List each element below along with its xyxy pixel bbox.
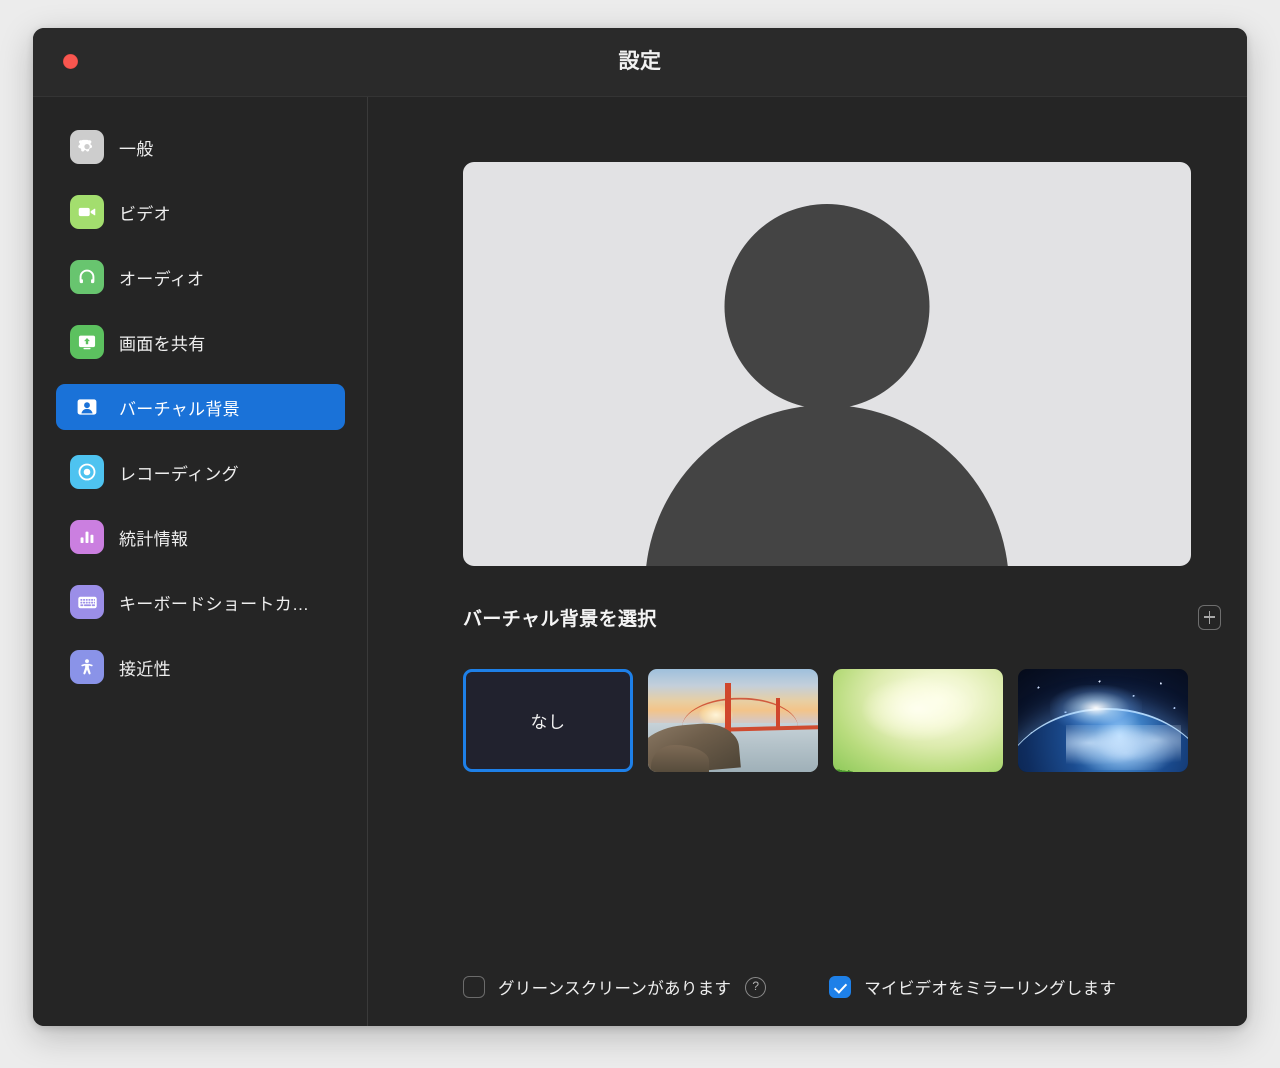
sidebar-item-virtual-background[interactable]: バーチャル背景 bbox=[56, 384, 345, 430]
sidebar-item-label: オーディオ bbox=[119, 269, 205, 289]
background-thumbnail-list: なし bbox=[463, 669, 1188, 772]
sidebar-item-video[interactable]: ビデオ bbox=[56, 189, 345, 235]
sidebar-item-general[interactable]: 一般 bbox=[56, 124, 345, 170]
golden-gate-bridge-image bbox=[648, 669, 818, 772]
sidebar: 一般 ビデオ オーディオ 画面を共有 バーチャル背景 レコーディング 統計情報 … bbox=[33, 97, 368, 1026]
background-thumbnail-grass[interactable] bbox=[833, 669, 1003, 772]
screen-share-icon bbox=[70, 325, 104, 359]
sidebar-item-label: レコーディング bbox=[119, 464, 239, 484]
settings-window: 設定 一般 ビデオ オーディオ 画面を共有 バーチャル背景 レコーディング 統計… bbox=[33, 28, 1247, 1026]
sidebar-item-keyboard-shortcuts[interactable]: キーボードショートカ… bbox=[56, 579, 345, 625]
gear-icon bbox=[70, 130, 104, 164]
headphones-icon bbox=[70, 260, 104, 294]
section-header: バーチャル背景を選択 bbox=[463, 602, 1221, 632]
record-icon bbox=[70, 455, 104, 489]
green-screen-checkbox[interactable] bbox=[463, 976, 485, 998]
person-badge-icon bbox=[70, 390, 104, 424]
add-background-button[interactable] bbox=[1198, 604, 1221, 630]
mirror-video-checkbox[interactable] bbox=[829, 976, 852, 998]
section-title: バーチャル背景を選択 bbox=[463, 608, 657, 630]
sidebar-item-label: 接近性 bbox=[119, 659, 171, 679]
background-thumbnail-earth-from-space[interactable] bbox=[1018, 669, 1188, 772]
sidebar-item-label: 画面を共有 bbox=[119, 334, 206, 354]
avatar-body-icon bbox=[645, 405, 1009, 566]
option-mirror-video[interactable]: マイビデオをミラーリングします bbox=[829, 975, 1116, 999]
sidebar-item-label: 一般 bbox=[119, 139, 154, 159]
option-green-screen[interactable]: グリーンスクリーンがあります ? bbox=[463, 975, 767, 999]
sidebar-item-label: キーボードショートカ… bbox=[119, 594, 310, 614]
help-icon[interactable]: ? bbox=[745, 976, 767, 998]
video-preview bbox=[463, 162, 1191, 566]
background-thumbnail-golden-gate-bridge[interactable] bbox=[648, 669, 818, 772]
main-pane: バーチャル背景を選択 なし グリーンスクリーンがあります ? マイビデオをミラー… bbox=[369, 97, 1247, 1026]
sidebar-item-label: ビデオ bbox=[119, 204, 171, 224]
sidebar-item-audio[interactable]: オーディオ bbox=[56, 254, 345, 300]
green-screen-label: グリーンスクリーンがあります bbox=[498, 980, 732, 998]
background-thumbnail-label: なし bbox=[530, 713, 566, 732]
video-camera-icon bbox=[70, 195, 104, 229]
sidebar-item-label: バーチャル背景 bbox=[119, 399, 240, 419]
titlebar: 設定 bbox=[33, 28, 1247, 97]
keyboard-icon bbox=[70, 585, 104, 619]
sidebar-item-accessibility[interactable]: 接近性 bbox=[56, 644, 345, 690]
options-row: グリーンスクリーンがあります ? マイビデオをミラーリングします bbox=[463, 972, 1207, 1002]
earth-from-space-image bbox=[1018, 669, 1188, 772]
background-thumbnail-none[interactable]: なし bbox=[463, 669, 633, 772]
page-title: 設定 bbox=[618, 50, 662, 73]
sidebar-item-statistics[interactable]: 統計情報 bbox=[56, 514, 345, 560]
accessibility-icon bbox=[70, 650, 104, 684]
sidebar-item-recording[interactable]: レコーディング bbox=[56, 449, 345, 495]
mirror-video-label: マイビデオをミラーリングします bbox=[864, 980, 1117, 998]
sidebar-item-screen-share[interactable]: 画面を共有 bbox=[56, 319, 345, 365]
grass-image bbox=[833, 669, 1003, 772]
avatar-head-icon bbox=[724, 204, 930, 409]
sidebar-item-label: 統計情報 bbox=[119, 529, 189, 549]
bar-chart-icon bbox=[70, 520, 104, 554]
